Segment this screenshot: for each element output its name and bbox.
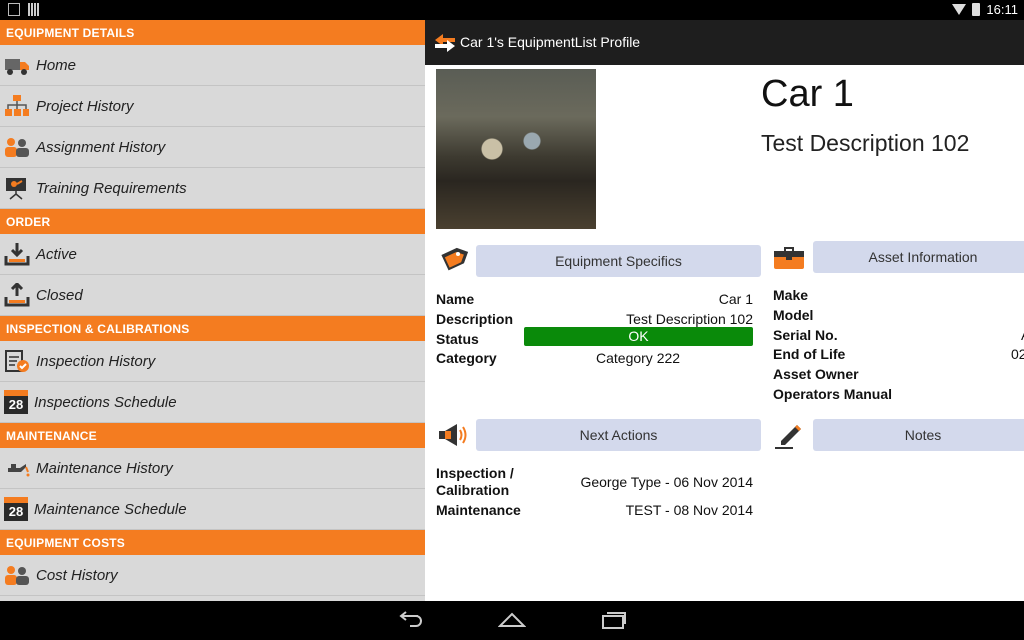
barcode-notification-icon — [28, 3, 40, 16]
category-label: Category — [436, 350, 497, 366]
equipment-description-heading: Test Description 102 — [761, 130, 970, 156]
back-icon[interactable] — [396, 610, 424, 630]
nav-item-label: Inspections Schedule — [34, 393, 177, 411]
status-badge: OK — [524, 327, 753, 346]
battery-icon — [972, 3, 981, 16]
serial-number-label: Serial No. — [773, 327, 838, 343]
presentation-icon — [6, 178, 26, 200]
description-value: Test Description 102 — [626, 311, 753, 327]
nav-item-inspection-history[interactable]: Inspection History — [0, 341, 425, 382]
asset-information-list: Make Model Serial No. A End of Life 02 A… — [773, 287, 1024, 407]
nav-item-maintenance-history[interactable]: Maintenance History — [0, 448, 425, 489]
name-value: Car 1 — [718, 291, 753, 307]
category-value: Category 222 — [596, 350, 681, 366]
clock: 16:11 — [986, 2, 1018, 17]
recent-apps-icon[interactable] — [600, 610, 628, 630]
nav-item-label: Cost History — [36, 566, 118, 584]
nav-item-label: Project History — [36, 97, 134, 115]
make-label: Make — [773, 287, 809, 303]
nav-item-cost-history[interactable]: Cost History — [0, 555, 425, 596]
pencil-icon — [775, 425, 801, 449]
page-title: Car 1's EquipmentList Profile — [460, 34, 641, 50]
nav-item-label: Assignment History — [36, 138, 166, 156]
navigation-drawer: EQUIPMENT DETAILS Home Project History A… — [0, 20, 425, 601]
nav-item-label: Maintenance History — [36, 459, 173, 477]
nav-item-label: Closed — [36, 286, 83, 304]
operators-manual-label: Operators Manual — [773, 386, 893, 402]
nav-item-assignment-history[interactable]: Assignment History — [0, 127, 425, 168]
nav-item-home[interactable]: Home — [0, 45, 425, 86]
model-label: Model — [773, 307, 814, 323]
name-label: Name — [436, 291, 475, 307]
gallery-notification-icon — [8, 3, 20, 16]
end-of-life-label: End of Life — [773, 346, 846, 362]
equipment-specifics-button[interactable]: Equipment Specifics — [476, 245, 761, 277]
maintenance-label: Maintenance — [436, 502, 521, 518]
nav-item-label: Maintenance Schedule — [34, 500, 187, 518]
equipment-name-heading: Car 1 — [761, 73, 854, 115]
tag-icon — [441, 247, 468, 271]
calendar-icon: 28 — [4, 497, 28, 521]
status-label: Status — [436, 331, 479, 347]
nav-item-label: Active — [36, 245, 77, 263]
next-actions-list: Inspection / Calibration George Type - 0… — [436, 465, 753, 525]
calibration-label: Calibration — [436, 482, 510, 498]
end-of-life-value: 02 — [1011, 346, 1024, 362]
notes-button[interactable]: Notes — [813, 419, 1024, 451]
calendar-icon: 28 — [4, 390, 28, 414]
swap-arrows-icon[interactable] — [433, 32, 457, 54]
next-actions-button[interactable]: Next Actions — [476, 419, 761, 451]
org-chart-icon — [5, 95, 29, 116]
nav-item-maintenance-schedule[interactable]: 28 Maintenance Schedule — [0, 489, 425, 530]
nav-item-closed[interactable]: Closed — [0, 275, 425, 316]
nav-item-inspections-schedule[interactable]: 28 Inspections Schedule — [0, 382, 425, 423]
inspection-calibration-value: George Type - 06 Nov 2014 — [580, 474, 753, 490]
home-icon[interactable] — [498, 610, 526, 630]
megaphone-icon — [439, 424, 467, 446]
maintenance-value: TEST - 08 Nov 2014 — [625, 502, 753, 518]
nav-item-label: Home — [36, 56, 77, 74]
system-navigation-bar — [0, 601, 1024, 640]
section-header-maintenance: MAINTENANCE — [0, 423, 425, 448]
section-header-inspection-calibrations: INSPECTION & CALIBRATIONS — [0, 316, 425, 341]
inspection-label: Inspection / — [436, 465, 514, 481]
toolbox-icon — [774, 247, 804, 269]
nav-item-label: Training Requirements — [36, 179, 187, 197]
truck-icon — [5, 59, 29, 75]
nav-item-project-history[interactable]: Project History — [0, 86, 425, 127]
section-header-equipment-details: EQUIPMENT DETAILS — [0, 20, 425, 45]
wifi-icon — [952, 4, 967, 15]
nav-item-active[interactable]: Active — [0, 234, 425, 275]
clipboard-check-icon — [5, 350, 29, 372]
description-label: Description — [436, 311, 514, 327]
section-header-equipment-costs: EQUIPMENT COSTS — [0, 530, 425, 555]
nav-item-label: Inspection History — [36, 352, 156, 370]
asset-information-button[interactable]: Asset Information — [813, 241, 1024, 273]
action-bar: Car 1's EquipmentList Profile — [425, 20, 1024, 65]
status-bar: 16:11 — [0, 0, 1024, 20]
oil-can-icon — [8, 464, 30, 477]
download-tray-icon — [4, 243, 30, 266]
nav-item-training-requirements[interactable]: Training Requirements — [0, 168, 425, 209]
profile-content: Car 1 Test Description 102 Equipment Spe… — [425, 65, 1024, 601]
asset-owner-label: Asset Owner — [773, 366, 859, 382]
equipment-photo[interactable] — [436, 69, 596, 229]
upload-tray-icon — [4, 283, 30, 307]
people-icon — [5, 566, 29, 585]
people-icon — [5, 138, 29, 157]
section-header-order: ORDER — [0, 209, 425, 234]
